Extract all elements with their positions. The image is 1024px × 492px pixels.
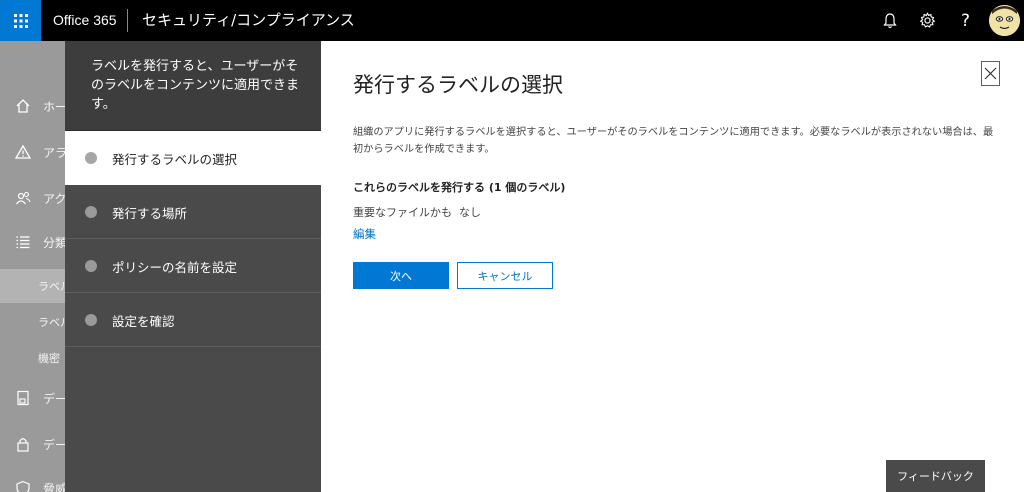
people-icon [14, 189, 32, 207]
nav-item-alerts[interactable]: アラート [0, 135, 65, 169]
bell-icon[interactable] [877, 8, 902, 33]
nav-sub-item-labels[interactable]: ラベル [0, 269, 65, 303]
nav-item-permissions[interactable]: アクセス許可 [0, 181, 65, 215]
step-status-icon [85, 206, 97, 218]
wizard-step-review[interactable]: 設定を確認 [65, 293, 321, 347]
step-status-icon [85, 260, 97, 272]
wizard-step-locations[interactable]: 発行する場所 [65, 185, 321, 239]
step-label: ポリシーの名前を設定 [112, 260, 238, 275]
close-button[interactable] [981, 61, 1000, 86]
nav-item-home[interactable]: ホーム [0, 89, 65, 123]
edit-link[interactable]: 編集 [353, 226, 376, 242]
close-icon [984, 67, 997, 80]
header-divider [127, 9, 128, 32]
selected-label-value: なし [459, 206, 481, 219]
page-description: 組織のアプリに発行するラベルを選択すると、ユーザーがそのラベルをコンテンツに適用… [353, 127, 994, 155]
wizard-step-choose-labels[interactable]: 発行するラベルの選択 [65, 131, 321, 185]
nav-item-data-2[interactable]: データ [0, 427, 65, 461]
nav-item-label: データ [43, 391, 65, 406]
page-title: 発行するラベルの選択 [353, 73, 563, 97]
wizard-sidebar: ラベルを発行すると、ユーザーがそのラベルをコンテンツに適用できます。 発行するラ… [65, 41, 321, 492]
nav-sub-item-label-policies[interactable]: ラベル [0, 305, 65, 339]
nav-item-label: アラート [43, 145, 65, 160]
wizard-header-text: ラベルを発行すると、ユーザーがそのラベルをコンテンツに適用できます。 [91, 59, 300, 112]
nav-sub-label: 機密 [38, 352, 60, 365]
next-button[interactable]: 次へ [353, 262, 449, 289]
wizard-step-policy-name[interactable]: ポリシーの名前を設定 [65, 239, 321, 293]
avatar[interactable] [989, 5, 1020, 36]
step-label: 発行する場所 [112, 206, 188, 221]
section-heading: これらのラベルを発行する (1 個のラベル) [353, 181, 566, 194]
nav-item-label: アクセス許可 [43, 191, 65, 206]
alert-icon [14, 143, 32, 161]
step-status-icon [85, 314, 97, 326]
step-label: 設定を確認 [112, 314, 175, 329]
nav-sub-label: ラベル [38, 280, 65, 293]
app-name[interactable]: Office 365 [53, 0, 117, 41]
left-navigation: ホーム アラート アクセス許可 分類 ラベル ラベル 機密 データ [0, 41, 65, 492]
nav-item-label: ホーム [43, 99, 65, 114]
nav-sub-item-sensitive-info[interactable]: 機密 [0, 341, 65, 375]
step-status-icon [85, 152, 97, 164]
selected-label-name: 重要なファイルかも [353, 206, 452, 219]
waffle-icon[interactable] [0, 0, 41, 41]
top-bar: Office 365 セキュリティ/コンプライアンス ? [0, 0, 1024, 41]
feedback-button[interactable]: フィードバック [886, 460, 985, 492]
gear-icon[interactable] [915, 8, 940, 33]
lock-icon [14, 435, 32, 453]
nav-item-label: データ [43, 437, 65, 452]
threat-icon [14, 479, 32, 492]
main-panel: 発行するラベルの選択 組織のアプリに発行するラベルを選択すると、ユーザーがそのラ… [321, 41, 1024, 492]
step-label: 発行するラベルの選択 [112, 152, 238, 167]
nav-item-classification[interactable]: 分類 [0, 225, 65, 259]
cancel-button[interactable]: キャンセル [457, 262, 553, 289]
help-icon[interactable]: ? [953, 8, 978, 33]
nav-item-data-1[interactable]: データ [0, 381, 65, 415]
nav-item-label: 脅威 [43, 481, 65, 492]
nav-item-threat[interactable]: 脅威 [0, 471, 65, 492]
wizard-steps: 発行するラベルの選択 発行する場所 ポリシーの名前を設定 設定を確認 [65, 131, 321, 492]
list-icon [14, 233, 32, 251]
home-icon [14, 97, 32, 115]
wizard-header: ラベルを発行すると、ユーザーがそのラベルをコンテンツに適用できます。 [65, 41, 321, 131]
nav-item-label: 分類 [43, 235, 65, 250]
section-title[interactable]: セキュリティ/コンプライアンス [142, 0, 355, 41]
device-icon [14, 389, 32, 407]
nav-sub-label: ラベル [38, 316, 65, 329]
